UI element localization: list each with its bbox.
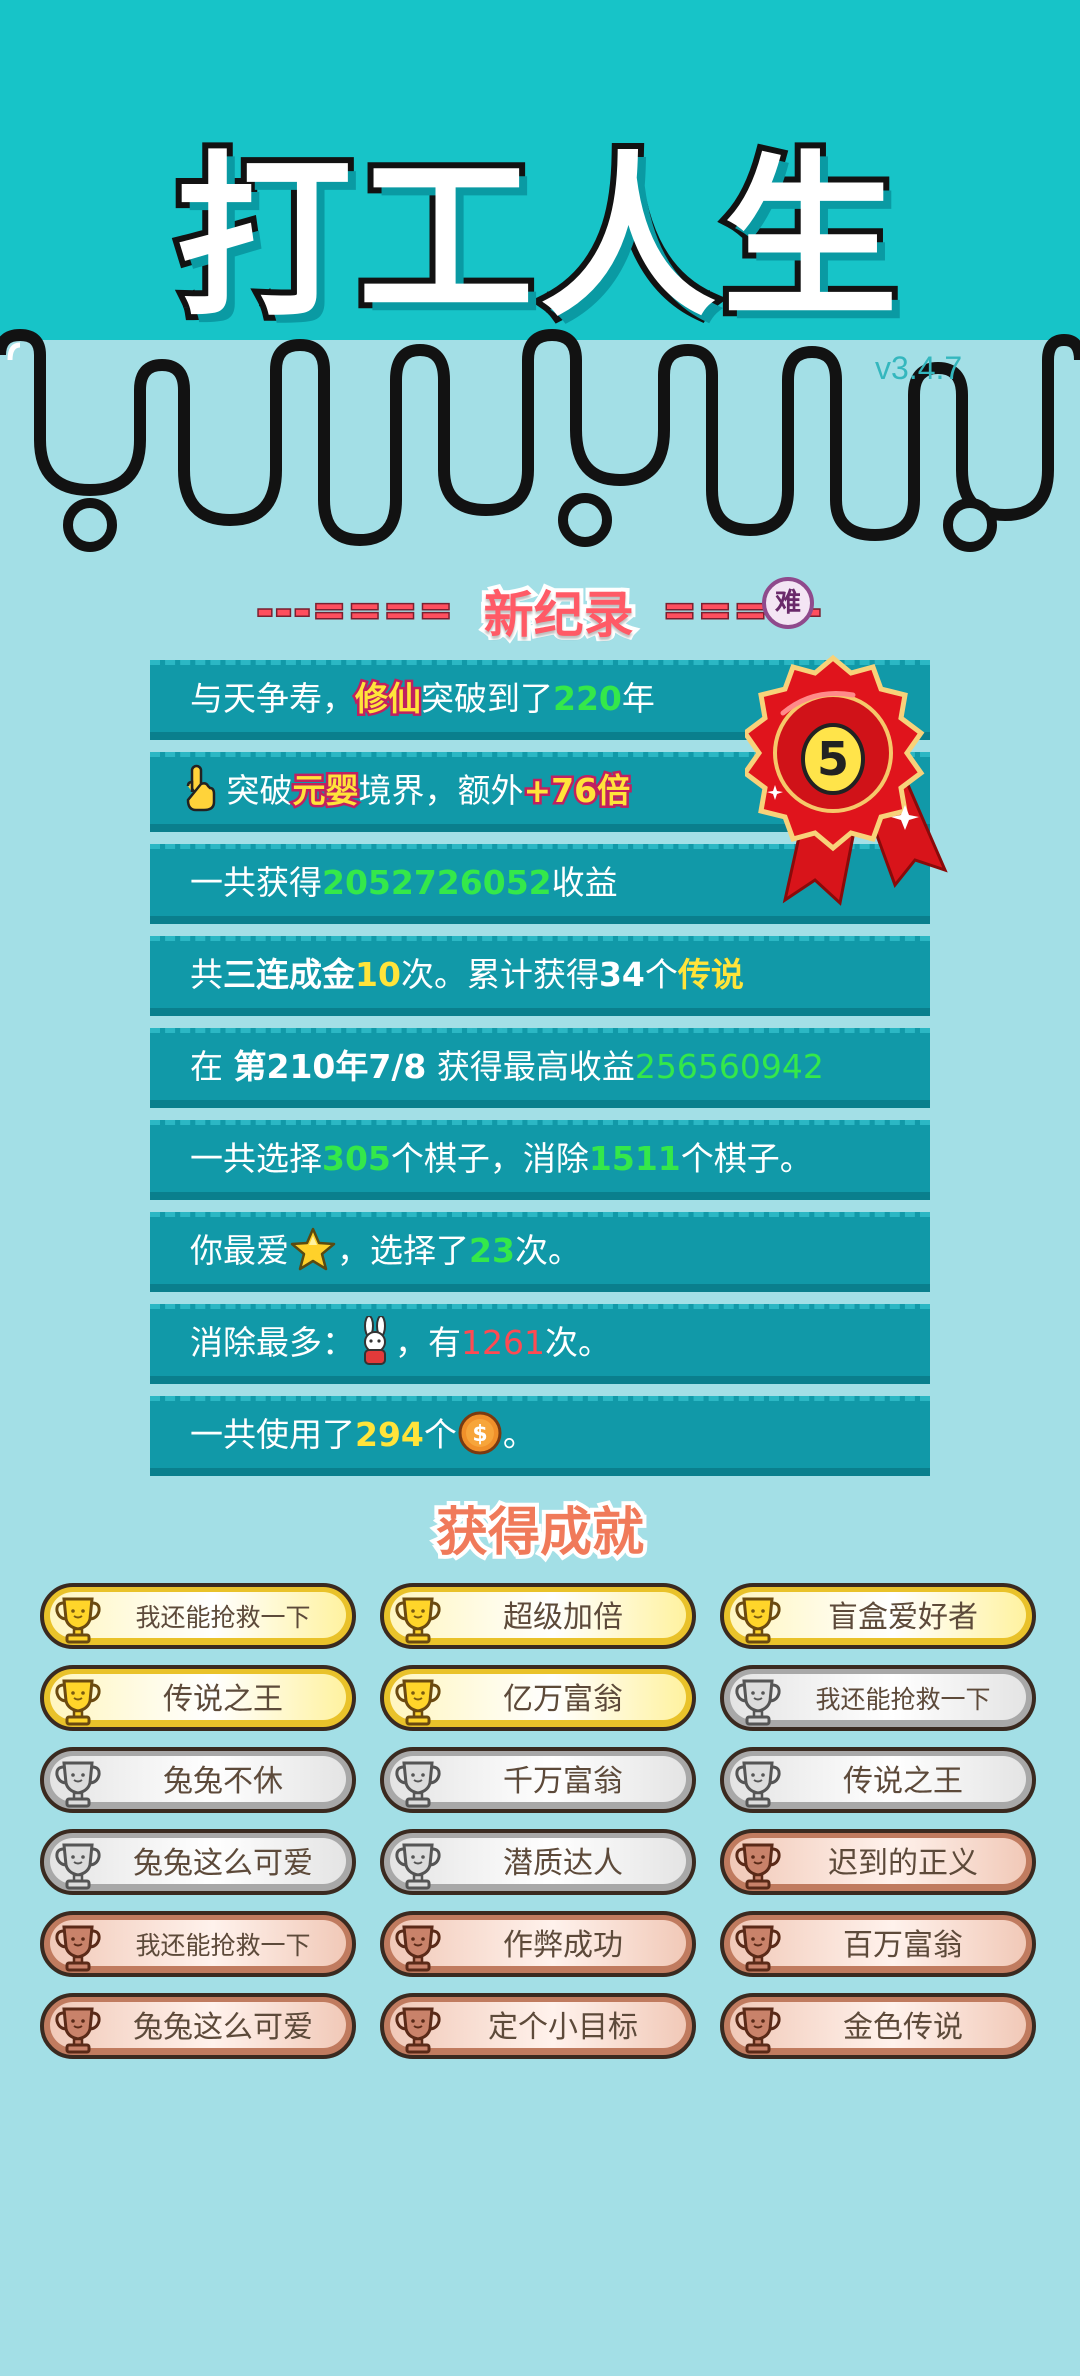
achievement-label: 定个小目标 — [488, 2010, 638, 2045]
trophy-icon — [395, 1925, 441, 1972]
achievement-badge[interactable]: 传说之王 — [720, 1747, 1036, 1813]
star-icon — [290, 1227, 336, 1271]
difficulty-badge: 难 — [762, 577, 814, 629]
achievement-label: 盲盒爱好者 — [828, 1600, 978, 1635]
achievement-badge[interactable]: 兔兔不休 — [40, 1747, 356, 1813]
achievement-badge[interactable]: 亿万富翁 — [380, 1665, 696, 1731]
achievement-label: 传说之王 — [163, 1682, 283, 1717]
achievement-label: 我还能抢救一下 — [135, 1931, 311, 1960]
achievement-label: 我还能抢救一下 — [815, 1685, 991, 1714]
stat-row-favorite: 你最爱 ，选择了23次。 — [150, 1212, 930, 1292]
trophy-icon — [55, 2007, 101, 2054]
stat-row-triple-gold: 共三连成金10次。累计获得34个传说 — [150, 936, 930, 1016]
achievement-label: 金色传说 — [843, 2010, 963, 2045]
achievements-title: 获得成就 — [432, 1499, 648, 1567]
achievement-badge[interactable]: 潜质达人 — [380, 1829, 696, 1895]
achievement-badge[interactable]: 我还能抢救一下 — [720, 1665, 1036, 1731]
drip-drop — [558, 493, 612, 547]
achievement-badge[interactable]: 我还能抢救一下 — [40, 1911, 356, 1977]
trophy-icon — [735, 1597, 781, 1644]
achievement-label: 千万富翁 — [503, 1764, 623, 1799]
version-label: v3.4.7 — [875, 350, 963, 386]
rank-medal-icon: 5 — [745, 654, 948, 906]
banner-left-dashes: ---==== — [255, 587, 455, 636]
achievement-badge[interactable]: 兔兔这么可爱 — [40, 1829, 356, 1895]
trophy-icon — [735, 1843, 781, 1890]
svg-text:$: $ — [472, 1422, 487, 1447]
achievement-label: 兔兔这么可爱 — [133, 2010, 313, 2045]
achievement-badge[interactable]: 盲盒爱好者 — [720, 1583, 1036, 1649]
trophy-icon — [395, 1843, 441, 1890]
trophy-icon — [395, 1761, 441, 1808]
banner-title: 新纪录 — [480, 582, 638, 648]
achievement-badge[interactable]: 超级加倍 — [380, 1583, 696, 1649]
achievement-badge[interactable]: 我还能抢救一下 — [40, 1583, 356, 1649]
stat-row-most-removed: 消除最多： ，有1261次。 — [150, 1304, 930, 1384]
trophy-icon — [735, 2007, 781, 2054]
achievement-label: 迟到的正义 — [828, 1846, 978, 1881]
rabbit-icon — [364, 1315, 386, 1365]
stat-row-coins-used: 一共使用了294个 $ 。 — [150, 1396, 930, 1476]
achievement-label: 潜质达人 — [503, 1846, 623, 1881]
medal-rank-number: 5 — [817, 732, 849, 786]
trophy-icon — [395, 1679, 441, 1726]
achievement-badge[interactable]: 定个小目标 — [380, 1993, 696, 2059]
achievement-label: 兔兔这么可爱 — [133, 1846, 313, 1881]
pointing-hand-icon — [186, 764, 216, 812]
trophy-icon — [55, 1679, 101, 1726]
achievement-label: 传说之王 — [843, 1764, 963, 1799]
drip-drop — [943, 498, 997, 552]
stat-row-best-income: 在 第210年7/8 获得最高收益256560942 — [150, 1028, 930, 1108]
achievement-label: 亿万富翁 — [503, 1682, 623, 1717]
trophy-icon — [735, 1925, 781, 1972]
stat-row-pieces: 一共选择305个棋子，消除1511个棋子。 — [150, 1120, 930, 1200]
achievement-label: 作弊成功 — [503, 1928, 623, 1963]
achievement-label: 百万富翁 — [843, 1928, 963, 1963]
trophy-icon — [55, 1597, 101, 1644]
achievement-badge[interactable]: 迟到的正义 — [720, 1829, 1036, 1895]
achievement-label: 超级加倍 — [503, 1600, 623, 1635]
achievement-label: 我还能抢救一下 — [135, 1603, 311, 1632]
coin-icon: $ — [458, 1411, 502, 1455]
trophy-icon — [735, 1679, 781, 1726]
achievement-label: 兔兔不休 — [163, 1764, 283, 1799]
game-title: 打工人生 — [170, 130, 904, 347]
achievement-badge[interactable]: 百万富翁 — [720, 1911, 1036, 1977]
achievement-badge[interactable]: 千万富翁 — [380, 1747, 696, 1813]
achievement-badge[interactable]: 金色传说 — [720, 1993, 1036, 2059]
trophy-icon — [395, 2007, 441, 2054]
trophy-icon — [735, 1761, 781, 1808]
drip-drop — [63, 498, 117, 552]
achievement-badge[interactable]: 作弊成功 — [380, 1911, 696, 1977]
trophy-icon — [55, 1761, 101, 1808]
achievement-badge[interactable]: 传说之王 — [40, 1665, 356, 1731]
trophy-icon — [395, 1597, 441, 1644]
achievement-badge[interactable]: 兔兔这么可爱 — [40, 1993, 356, 2059]
new-record-banner: ---==== 新纪录 ====- — [0, 575, 1080, 648]
trophy-icon — [55, 1843, 101, 1890]
trophy-icon — [55, 1925, 101, 1972]
